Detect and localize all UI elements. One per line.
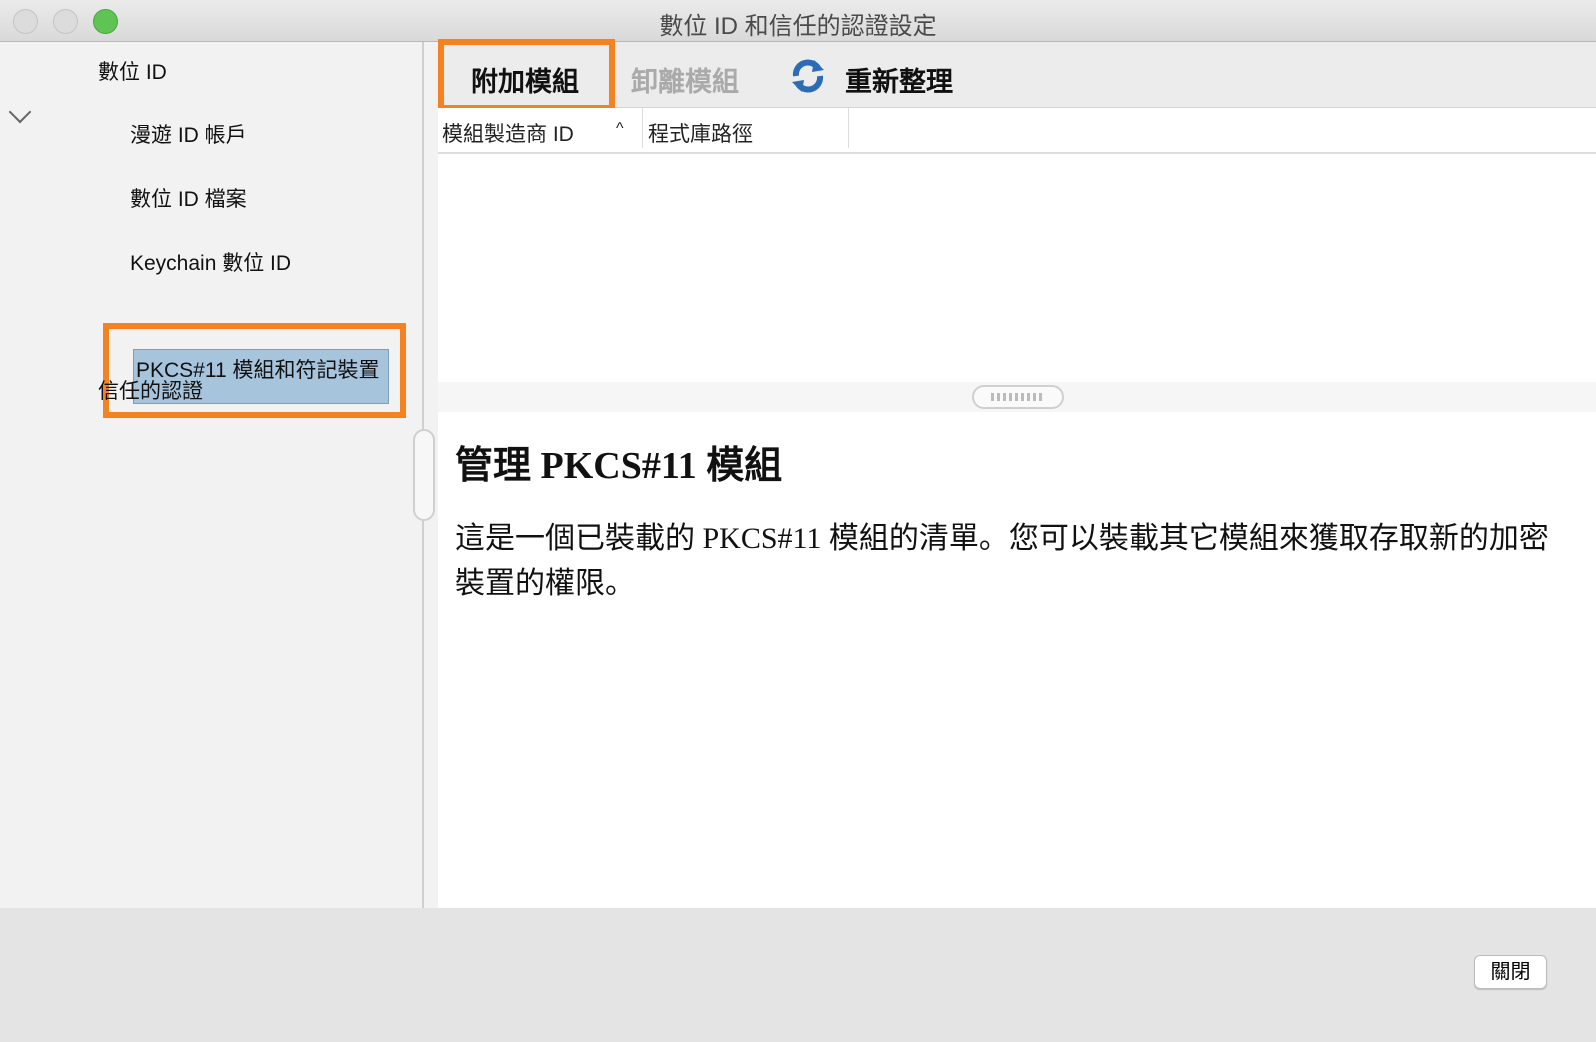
content-description: 這是一個已裝載的 PKCS#11 模組的清單。您可以裝載其它模組來獲取存取新的加… (455, 522, 1549, 600)
column-divider (642, 108, 643, 148)
sidebar: 數位 ID 漫遊 ID 帳戶 數位 ID 檔案 Keychain 數位 ID P… (0, 42, 408, 908)
column-header-manufacturer[interactable]: 模組製造商 ID (442, 118, 574, 148)
content-heading: 管理 PKCS#11 模組 (455, 445, 783, 487)
sidebar-item-trusted-certs[interactable]: 信任的認證 (98, 375, 203, 405)
footer-bar (0, 908, 1596, 1042)
main-panel: 附加模組 卸離模組 重新整理 模組製造商 ID ^ 程式庫路徑 管理 PKCS#… (438, 39, 1596, 908)
refresh-icon[interactable] (788, 56, 828, 96)
attach-module-button[interactable]: 附加模組 (471, 60, 579, 99)
sort-ascending-icon[interactable]: ^ (616, 120, 624, 138)
refresh-button[interactable]: 重新整理 (845, 60, 953, 99)
chevron-down-icon[interactable] (8, 100, 32, 124)
sidebar-item-roaming-id[interactable]: 漫遊 ID 帳戶 (130, 119, 247, 149)
title-bar: 數位 ID 和信任的認證設定 (0, 0, 1596, 42)
splitter-handle[interactable] (972, 385, 1064, 409)
table-header: 模組製造商 ID ^ 程式庫路徑 (438, 108, 1596, 154)
window-title: 數位 ID 和信任的認證設定 (659, 13, 937, 40)
column-header-library-path[interactable]: 程式庫路徑 (648, 118, 753, 148)
toolbar: 附加模組 卸離模組 重新整理 (438, 39, 1596, 111)
vertical-splitter[interactable] (408, 42, 438, 908)
horizontal-splitter[interactable] (438, 382, 1596, 412)
column-divider (848, 108, 849, 148)
detach-module-button[interactable]: 卸離模組 (631, 60, 739, 99)
splitter-handle[interactable] (413, 429, 435, 521)
sidebar-item-keychain[interactable]: Keychain 數位 ID (130, 247, 291, 277)
sidebar-item-digital-id[interactable]: 數位 ID (98, 56, 167, 86)
close-button[interactable]: 關閉 (1474, 955, 1547, 989)
sidebar-item-id-files[interactable]: 數位 ID 檔案 (130, 183, 247, 213)
